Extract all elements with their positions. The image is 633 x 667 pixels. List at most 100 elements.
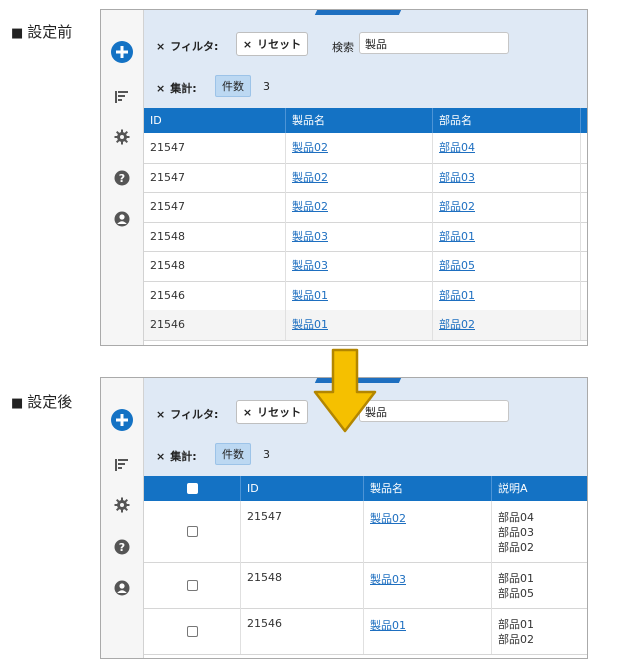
- aggregate-close-icon[interactable]: ×: [156, 450, 165, 463]
- table-row: 21548 製品03 部品01 部品05: [144, 562, 587, 609]
- product-link[interactable]: 製品02: [292, 141, 328, 154]
- aggregate-label: 集計:: [170, 450, 197, 463]
- cell-select: [144, 501, 241, 562]
- screenshot-before: ? × フィルタ: × リセット 検索 製品 × 集計: 件数 3 ID 製品名…: [100, 9, 588, 346]
- row-checkbox[interactable]: [186, 526, 198, 537]
- part-link[interactable]: 部品01: [439, 289, 475, 302]
- user-icon[interactable]: [101, 580, 143, 596]
- table-header: ID 製品名 説明A: [144, 476, 587, 501]
- product-link[interactable]: 製品02: [370, 512, 406, 525]
- filter-label: フィルタ:: [170, 408, 219, 421]
- part-link[interactable]: 部品03: [439, 171, 475, 184]
- row-checkbox[interactable]: [186, 625, 198, 637]
- filter-close-icon[interactable]: ×: [156, 40, 165, 53]
- column-header-desc[interactable]: 説明A: [492, 476, 587, 501]
- user-icon[interactable]: [101, 211, 143, 227]
- aggregate-close-icon[interactable]: ×: [156, 82, 165, 95]
- reset-button[interactable]: × リセット: [236, 400, 308, 424]
- table-row: 21548 製品03 部品01: [144, 221, 587, 252]
- aggregate-chip[interactable]: 件数: [215, 75, 251, 97]
- part-link[interactable]: 部品02: [439, 318, 475, 331]
- cell-desc: 部品01 部品05: [492, 562, 587, 608]
- search-input[interactable]: 製品: [359, 400, 509, 422]
- product-link[interactable]: 製品02: [292, 171, 328, 184]
- product-link[interactable]: 製品01: [370, 619, 406, 632]
- table-row: 21548 製品03 部品05: [144, 251, 587, 282]
- part-link[interactable]: 部品04: [439, 141, 475, 154]
- cell-id: 21547: [144, 192, 286, 222]
- cell-id: 21547: [241, 501, 364, 562]
- column-header-product[interactable]: 製品名: [364, 476, 492, 501]
- help-icon[interactable]: ?: [101, 539, 143, 555]
- column-header-select: [144, 476, 241, 501]
- product-link[interactable]: 製品03: [370, 573, 406, 586]
- aggregate-label: 集計:: [170, 82, 197, 95]
- aggregate-row: × 集計:: [156, 80, 197, 96]
- filter-row: × フィルタ:: [156, 38, 218, 54]
- active-tab-indicator: [314, 10, 402, 15]
- table-row: 21546 製品01 部品02: [144, 310, 587, 341]
- add-circle-icon[interactable]: [101, 40, 143, 64]
- gear-icon[interactable]: [101, 497, 143, 513]
- gear-icon[interactable]: [101, 129, 143, 145]
- bullet-square: ■: [11, 396, 24, 411]
- caption-before: ■ 設定前: [11, 23, 73, 41]
- column-header-part[interactable]: 部品名: [433, 108, 581, 133]
- table-row: 21547 製品02 部品02: [144, 192, 587, 223]
- cell-select: [144, 608, 241, 654]
- main-content: × フィルタ: × リセット 検索 製品 × 集計: 件数 3 ID 製品名 部品…: [144, 10, 587, 345]
- reset-button[interactable]: × リセット: [236, 32, 308, 56]
- table-row: 21546 製品01 部品01: [144, 280, 587, 311]
- caption-after: ■ 設定後: [11, 393, 73, 411]
- product-link[interactable]: 製品03: [292, 259, 328, 272]
- cell-desc: 部品01 部品02: [492, 608, 587, 654]
- column-header-id[interactable]: ID: [241, 476, 364, 501]
- aggregate-chip[interactable]: 件数: [215, 443, 251, 465]
- add-circle-icon[interactable]: [101, 408, 143, 432]
- sort-icon[interactable]: [101, 90, 143, 104]
- bullet-square: ■: [11, 26, 24, 41]
- cell-id: 21548: [241, 562, 364, 608]
- cell-id: 21546: [144, 310, 286, 340]
- svg-text:?: ?: [119, 172, 125, 185]
- product-link[interactable]: 製品01: [292, 318, 328, 331]
- reset-close-icon: ×: [242, 37, 253, 51]
- filter-label: フィルタ:: [170, 40, 219, 53]
- column-header-id[interactable]: ID: [144, 108, 286, 133]
- column-header-product[interactable]: 製品名: [286, 108, 433, 133]
- cell-id: 21548: [144, 251, 286, 281]
- aggregate-count: 3: [263, 448, 270, 461]
- table-row: 21546 製品01 部品01 部品02: [144, 608, 587, 655]
- cell-id: 21546: [241, 608, 364, 654]
- svg-text:?: ?: [119, 541, 125, 554]
- side-rail: ?: [101, 10, 144, 345]
- cell-select: [144, 562, 241, 608]
- cell-id: 21548: [144, 221, 286, 251]
- filter-row: × フィルタ:: [156, 406, 218, 422]
- part-link[interactable]: 部品02: [439, 200, 475, 213]
- filter-panel: × フィルタ: × リセット 検索 製品 × 集計: 件数 3: [144, 10, 587, 108]
- cell-desc: 部品04 部品03 部品02: [492, 501, 587, 562]
- help-icon[interactable]: ?: [101, 170, 143, 186]
- table-row: 21547 製品02 部品04: [144, 133, 587, 164]
- filter-close-icon[interactable]: ×: [156, 408, 165, 421]
- aggregate-row: × 集計:: [156, 448, 197, 464]
- cell-id: 21546: [144, 280, 286, 310]
- part-link[interactable]: 部品05: [439, 259, 475, 272]
- side-rail: ?: [101, 378, 144, 658]
- cell-id: 21547: [144, 162, 286, 192]
- part-link[interactable]: 部品01: [439, 230, 475, 243]
- product-link[interactable]: 製品03: [292, 230, 328, 243]
- search-input[interactable]: 製品: [359, 32, 509, 54]
- product-link[interactable]: 製品02: [292, 200, 328, 213]
- aggregate-count: 3: [263, 80, 270, 93]
- search-label: 検索: [332, 41, 354, 54]
- row-checkbox[interactable]: [186, 579, 198, 591]
- sort-icon[interactable]: [101, 458, 143, 472]
- table-row: 21547 製品02 部品04 部品03 部品02: [144, 501, 587, 563]
- reset-close-icon: ×: [242, 405, 253, 419]
- down-arrow-icon: [312, 348, 378, 438]
- product-link[interactable]: 製品01: [292, 289, 328, 302]
- select-all-checkbox[interactable]: [186, 483, 198, 494]
- table-header: ID 製品名 部品名: [144, 108, 587, 133]
